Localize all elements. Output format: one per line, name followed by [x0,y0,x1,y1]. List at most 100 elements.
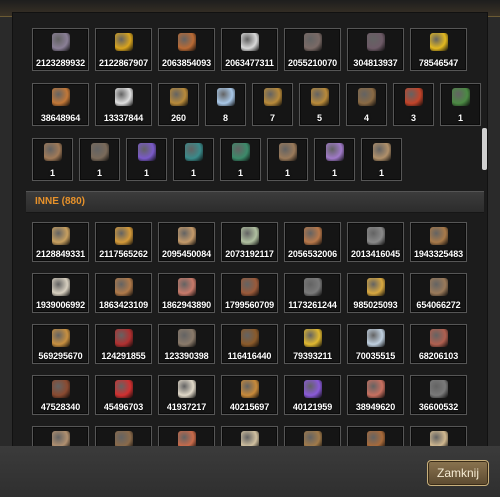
item-slot[interactable]: 1 [220,138,261,181]
item-slot[interactable]: 2122867907 [95,28,152,71]
item-slot[interactable]: 4 [346,83,387,126]
item-slot[interactable]: 654066272 [410,273,467,313]
item-slot[interactable]: 124291855 [95,324,152,364]
inventory-panel[interactable]: 2123289932 2122867907 2063854093 2063477311… [12,12,488,448]
item-slot[interactable]: 1 [361,138,402,181]
dark-ore-icon [366,33,385,51]
item-count: 13337844 [103,113,144,123]
item-slot[interactable]: 7 [252,83,293,126]
meat-icon [177,278,196,296]
item-slot[interactable]: 25259732 [221,426,278,448]
logs-icon [303,227,322,245]
item-slot[interactable]: 2013416045 [347,222,404,262]
medal-icon [51,227,70,245]
item-slot[interactable]: 2123289932 [32,28,89,71]
item-slot[interactable]: 38648964 [32,83,89,126]
item-slot[interactable]: 2056532006 [284,222,341,262]
item-slot[interactable]: 18986981 [410,426,467,448]
window-bottom-bar [0,446,500,497]
item-count: 4 [364,113,369,123]
parchment-icon [114,227,133,245]
item-slot[interactable]: 1943325483 [410,222,467,262]
item-slot[interactable]: 45496703 [95,375,152,415]
item-slot[interactable]: 1 [314,138,355,181]
item-slot[interactable]: 3 [393,83,434,126]
item-slot[interactable]: 28637270 [95,426,152,448]
item-slot[interactable]: 985025093 [347,273,404,313]
item-slot[interactable]: 2128849331 [32,222,89,262]
mug-icon [51,329,70,347]
item-slot[interactable]: 1862943890 [158,273,215,313]
ore-pile-icon [51,33,70,51]
forest-tile-icon [184,143,203,161]
item-slot[interactable]: 24715649 [284,426,341,448]
brick-icon [240,278,259,296]
item-slot[interactable]: 1863423109 [95,273,152,313]
item-count: 1 [285,168,290,178]
item-slot[interactable]: 26378904 [158,426,215,448]
item-slot[interactable]: 79393211 [284,324,341,364]
building-icon [169,88,188,106]
item-slot[interactable]: 68206103 [410,324,467,364]
item-slot[interactable]: 13337844 [95,83,152,126]
cottage-icon [372,143,391,161]
item-slot[interactable]: 1 [173,138,214,181]
copper-bar-icon [177,33,196,51]
scrollbar-thumb[interactable] [482,128,487,170]
item-slot[interactable]: 70035515 [347,324,404,364]
item-slot[interactable]: 2117565262 [95,222,152,262]
item-slot[interactable]: 38949620 [347,375,404,415]
item-slot[interactable]: 2073192117 [221,222,278,262]
item-slot[interactable]: 1 [32,138,73,181]
item-slot[interactable]: 1 [440,83,481,126]
item-count: 123390398 [164,351,209,361]
item-slot[interactable]: 260 [158,83,199,126]
farm-tile-icon [357,88,376,106]
item-slot[interactable]: 2063477311 [221,28,278,71]
item-slot[interactable]: 20914283 [347,426,404,448]
crystal-house-icon [325,143,344,161]
close-button[interactable]: Zamknij [427,460,489,486]
item-slot[interactable]: 8 [205,83,246,126]
item-count: 116416440 [227,351,272,361]
planks-icon [429,227,448,245]
item-slot[interactable]: 1 [79,138,120,181]
item-slot[interactable]: 1173261244 [284,273,341,313]
item-count: 2056532006 [287,249,338,259]
item-slot[interactable]: 2063854093 [158,28,215,71]
item-count: 1 [332,168,337,178]
item-slot[interactable]: 123390398 [158,324,215,364]
item-slot[interactable]: 116416440 [221,324,278,364]
item-slot[interactable]: 569295670 [32,324,89,364]
item-slot[interactable]: 47528340 [32,375,89,415]
item-slot[interactable]: 1 [126,138,167,181]
item-count: 1939006992 [35,300,86,310]
item-slot[interactable]: 304813937 [347,28,404,71]
item-slot[interactable]: 2095450084 [158,222,215,262]
item-count: 260 [171,113,186,123]
item-slot[interactable]: 2055210070 [284,28,341,71]
item-slot[interactable]: 78546547 [410,28,467,71]
item-slot[interactable]: 5 [299,83,340,126]
tree-tile-icon [231,143,250,161]
item-slot[interactable]: 1 [267,138,308,181]
item-slot[interactable]: 41937217 [158,375,215,415]
item-slot[interactable]: 40121959 [284,375,341,415]
item-count: 2117565262 [99,249,148,259]
item-count: 1862943890 [161,300,212,310]
item-slot[interactable]: 30513874 [32,426,89,448]
item-count: 2063854093 [161,58,212,68]
item-slot[interactable]: 1939006992 [32,273,89,313]
board-icon [51,380,70,398]
item-count: 1 [238,168,243,178]
item-slot[interactable]: 36600532 [410,375,467,415]
item-slot[interactable]: 40215697 [221,375,278,415]
item-slot[interactable]: 1799560709 [221,273,278,313]
section-header-other[interactable]: INNE (880) [26,191,484,213]
bronze-bar-icon [51,88,70,106]
item-count: 2013416045 [350,249,401,259]
silver-ore-icon [240,33,259,51]
item-count: 2123289932 [35,58,86,68]
amethyst-icon [303,380,322,398]
item-count: 45496703 [103,402,144,412]
